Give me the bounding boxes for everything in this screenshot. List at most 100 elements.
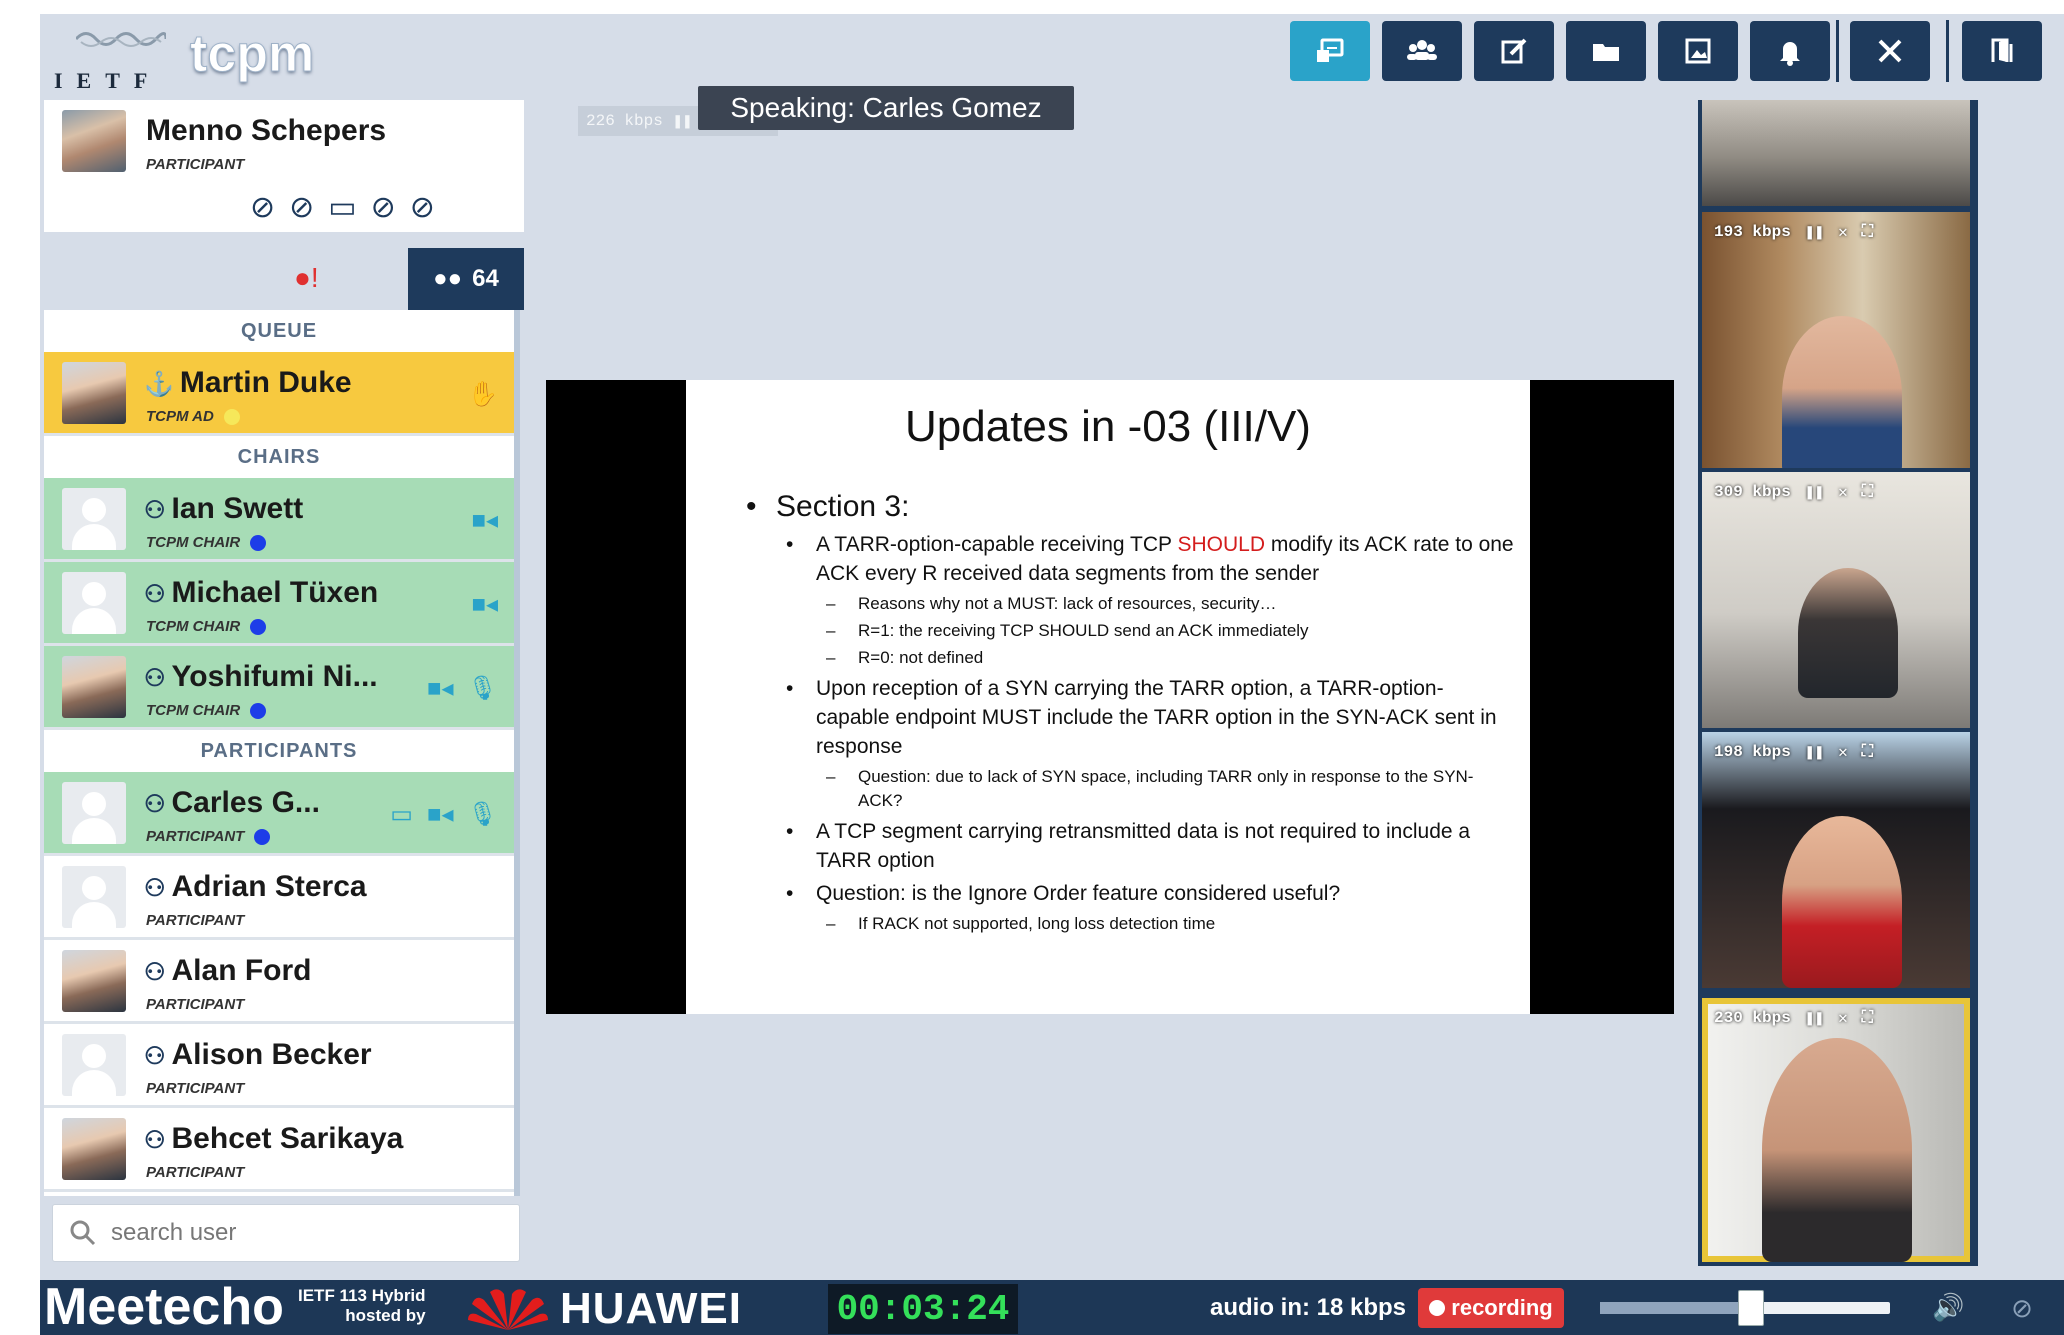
video-tile-top[interactable] <box>1702 100 1970 206</box>
participant-video <box>1782 316 1902 468</box>
list-item[interactable]: ⚇ Michael Tüxen TCPM CHAIR ■◂ <box>44 562 514 646</box>
whiteboard-button[interactable] <box>1658 21 1738 81</box>
microphone-icon[interactable]: 🎙 <box>468 800 498 829</box>
microphone-icon[interactable]: 🎙 <box>468 674 498 703</box>
user-role: TCPM CHAIR <box>146 618 267 635</box>
image-icon <box>1685 38 1711 64</box>
chat-tab[interactable]: ●! <box>294 262 319 294</box>
user-role-text: TCPM AD <box>146 408 214 425</box>
tools-button[interactable] <box>1850 21 1930 81</box>
pause-icon[interactable]: ❚❚ <box>1805 1008 1824 1028</box>
mic-off-icon[interactable]: ⊘ <box>250 190 275 225</box>
slide-subbullet: Question: due to lack of SYN space, incl… <box>826 765 1516 813</box>
user-name-text: Ian Swett <box>171 492 304 525</box>
user-role-text: TCPM CHAIR <box>146 702 241 719</box>
video-camera-icon[interactable]: ■◂ <box>471 590 498 619</box>
participant-video <box>1798 568 1898 698</box>
video-stats: 193 kbps ❚❚ ✕ ⛶ <box>1714 222 1873 242</box>
video-thumbnails: 193 kbps ❚❚ ✕ ⛶ 309 kbps ❚❚ ✕ ⛶ 198 kbps ❚❚ ✕ ⛶ 2… <box>1698 100 1978 1266</box>
volume-knob[interactable] <box>1737 1290 1764 1326</box>
speaker-icon[interactable]: 🔊 <box>1932 1292 1964 1323</box>
user-role: TCPM CHAIR <box>146 702 267 719</box>
shrink-icon[interactable]: ✕ <box>1838 742 1848 762</box>
shrink-icon[interactable]: ✕ <box>1838 1008 1848 1028</box>
video-kbps: 230 kbps <box>1714 1009 1791 1027</box>
volume-fill <box>1600 1302 1751 1314</box>
camera-off-icon[interactable]: ⊘ <box>289 190 314 225</box>
video-camera-icon[interactable]: ■◂ <box>427 674 454 703</box>
speaking-indicator: Speaking: Carles Gomez <box>698 86 1074 130</box>
hand-raised-icon[interactable]: ✋ <box>468 380 498 409</box>
video-tile[interactable]: 193 kbps ❚❚ ✕ ⛶ <box>1702 212 1970 468</box>
recording-badge: recording <box>1418 1288 1564 1328</box>
video-kbps: 198 kbps <box>1714 743 1791 761</box>
ietf-logo: IETF <box>46 18 206 98</box>
video-camera-icon[interactable]: ■◂ <box>427 800 454 829</box>
list-item[interactable]: ⚇ Carles G... PARTICIPANT ▭ ■◂ 🎙 <box>44 772 514 856</box>
session-timer: 00:03:24 <box>828 1284 1018 1334</box>
pause-icon[interactable]: ❚❚ <box>673 111 692 131</box>
main-kbps: 226 kbps <box>586 112 663 130</box>
user-name: ⚇ Yoshifumi Ni... <box>144 660 378 694</box>
notepad-button[interactable] <box>1474 21 1554 81</box>
slide-subbullet: Reasons why not a MUST: lack of resource… <box>826 592 1516 616</box>
pause-icon[interactable]: ❚❚ <box>1805 742 1824 762</box>
participants-button[interactable] <box>1382 21 1462 81</box>
row-icons: ✋ <box>468 380 498 409</box>
video-tile[interactable]: 198 kbps ❚❚ ✕ ⛶ <box>1702 732 1970 988</box>
video-off-icon[interactable]: ⊘ <box>371 190 396 225</box>
video-kbps: 309 kbps <box>1714 483 1791 501</box>
list-item[interactable]: ⚇ Adrian Sterca PARTICIPANT <box>44 856 514 940</box>
fullscreen-icon[interactable]: ⛶ <box>1862 223 1873 241</box>
user-type-icon: ⚇ <box>144 1127 166 1154</box>
my-name: Menno Schepers <box>146 114 387 147</box>
slide-subbullet: R=0: not defined <box>826 646 1516 670</box>
hand-off-icon[interactable]: ⊘ <box>410 190 435 225</box>
user-name-text: Michael Tüxen <box>171 576 379 609</box>
slides-button[interactable] <box>1290 21 1370 81</box>
leave-button[interactable] <box>1962 21 2042 81</box>
user-name: ⚇ Ian Swett <box>144 492 303 526</box>
list-item[interactable]: ⚇ Alison Becker PARTICIPANT <box>44 1024 514 1108</box>
meetecho-app: IETF tcpm Menno Schepers PARTICIPANT ⊘ ⊘… <box>40 14 2064 1335</box>
list-item[interactable]: ⚇ Yoshifumi Ni... TCPM CHAIR ■◂ 🎙 <box>44 646 514 730</box>
list-item[interactable]: ⚇ Ian Swett TCPM CHAIR ■◂ <box>44 478 514 562</box>
status-dot <box>250 618 267 635</box>
fullscreen-icon[interactable]: ⛶ <box>1862 1009 1873 1027</box>
list-item[interactable]: ⚇ Alan Ford PARTICIPANT <box>44 940 514 1024</box>
event-name: IETF 113 Hybrid <box>298 1286 426 1305</box>
anchor-icon: ⚓ <box>144 371 174 398</box>
user-role: TCPM AD <box>146 408 240 425</box>
shrink-icon[interactable]: ✕ <box>1838 482 1848 502</box>
screenshare-off-icon[interactable]: ▭ <box>328 190 356 225</box>
video-tile[interactable]: 309 kbps ❚❚ ✕ ⛶ <box>1702 472 1970 728</box>
fullscreen-icon[interactable]: ⛶ <box>1862 483 1873 501</box>
main-stage: 226 kbps ❚❚ Speaking: Carles Gomez Updat… <box>530 86 1730 1266</box>
list-item[interactable]: ⚇ Behcet Sarikaya PARTICIPANT <box>44 1108 514 1192</box>
user-type-icon: ⚇ <box>144 497 166 524</box>
users-tab[interactable]: ●● 64 <box>408 248 524 310</box>
user-name-text: Adrian Sterca <box>171 870 367 903</box>
shrink-icon[interactable]: ✕ <box>1838 222 1848 242</box>
search-input[interactable] <box>111 1219 471 1247</box>
pause-icon[interactable]: ❚❚ <box>1805 482 1824 502</box>
user-role: TCPM CHAIR <box>146 534 267 551</box>
mute-button[interactable]: ⊘ <box>2000 1288 2044 1328</box>
pause-icon[interactable]: ❚❚ <box>1805 222 1824 242</box>
user-role: PARTICIPANT <box>146 828 271 845</box>
active-speaker-tile[interactable]: 230 kbps ❚❚ ✕ ⛶ <box>1702 998 1970 1262</box>
user-list[interactable]: QUEUE ⚓ Martin Duke TCPM AD ✋ CHAIRS ⚇ Ian… <box>44 310 520 1196</box>
volume-slider[interactable] <box>1600 1290 1890 1326</box>
tools-icon <box>1878 39 1902 63</box>
files-button[interactable] <box>1566 21 1646 81</box>
audio-in-stats: audio in: 18 kbps <box>1210 1294 1407 1321</box>
notifications-button[interactable] <box>1750 21 1830 81</box>
my-role: PARTICIPANT <box>146 156 245 173</box>
slide-bullet: A TCP segment carrying retransmitted dat… <box>786 817 1516 875</box>
user-name: ⚇ Carles G... <box>144 786 320 820</box>
fullscreen-icon[interactable]: ⛶ <box>1862 743 1873 761</box>
list-item[interactable]: ⚓ Martin Duke TCPM AD ✋ <box>44 352 514 436</box>
slide-section: Section 3: <box>746 490 1516 524</box>
screen-share-icon[interactable]: ▭ <box>390 800 413 829</box>
video-camera-icon[interactable]: ■◂ <box>471 506 498 535</box>
